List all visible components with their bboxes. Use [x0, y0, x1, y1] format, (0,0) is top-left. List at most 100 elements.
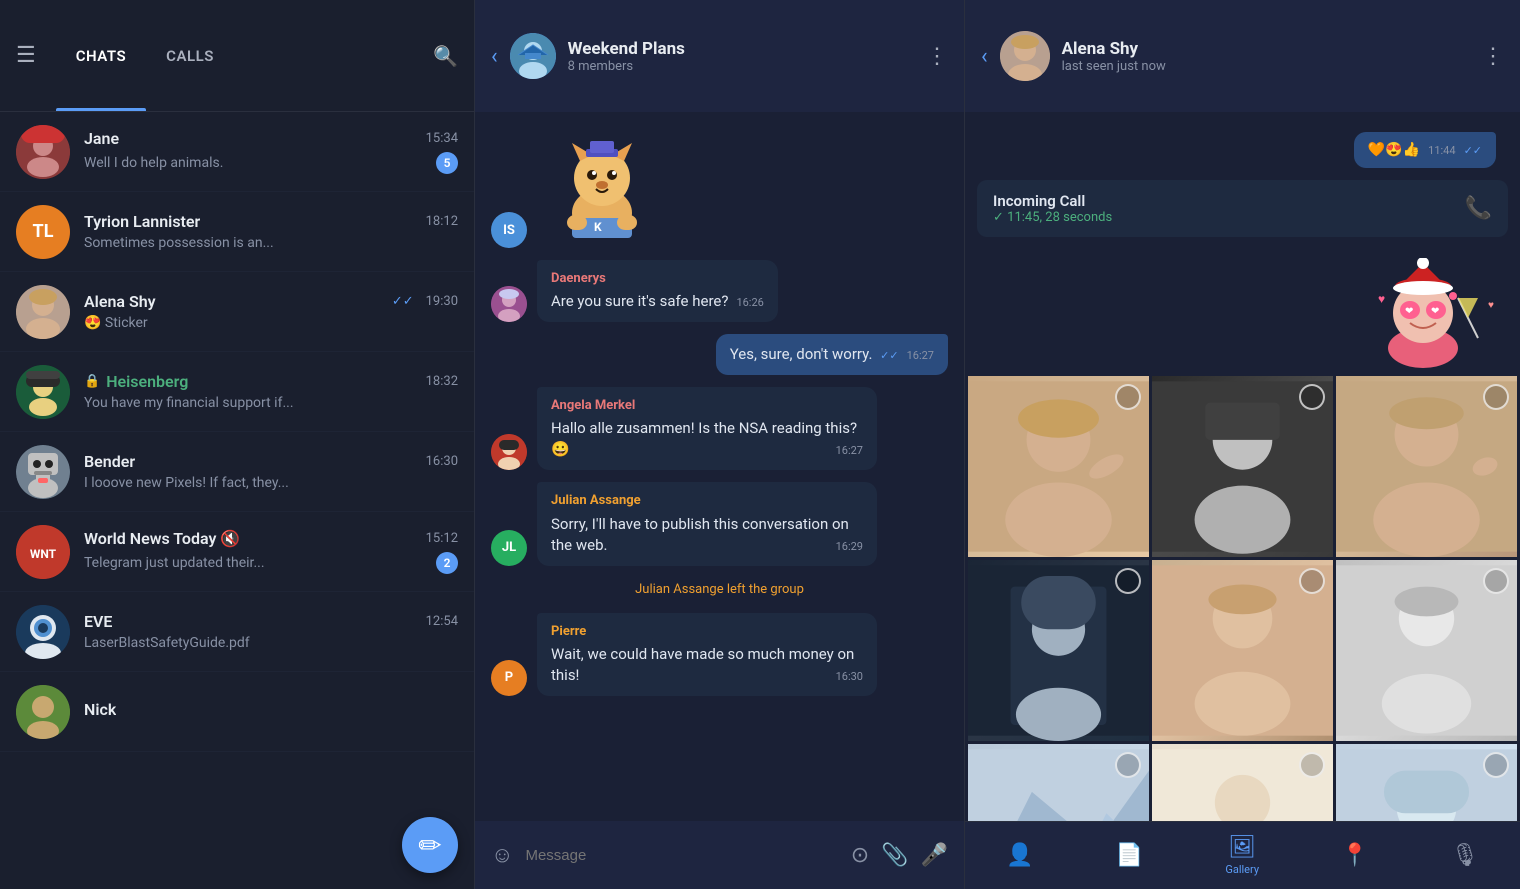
photo-cell-2[interactable]: [1152, 376, 1333, 557]
location-icon: 📍: [1341, 843, 1368, 868]
photo-select-1[interactable]: [1115, 384, 1141, 410]
chat-info-alena: Alena Shy ✓✓ 19:30 😍 Sticker: [84, 292, 458, 331]
emoji-button[interactable]: ☺: [491, 842, 513, 868]
chat-preview-worldnews: Telegram just updated their...: [84, 555, 265, 571]
right-header-avatar: [1000, 31, 1050, 81]
photo-cell-1[interactable]: [968, 376, 1149, 557]
call-title: Incoming Call: [993, 192, 1455, 210]
chat-header-avatar: [510, 33, 556, 79]
svg-text:❤: ❤: [1431, 306, 1439, 317]
right-contact-status: last seen just now: [1062, 59, 1482, 74]
message-outgoing: Yes, sure, don't worry. 16:27 ✓✓: [491, 334, 948, 375]
photo-select-4[interactable]: [1115, 568, 1141, 594]
chat-preview-jane: Well I do help animals.: [84, 155, 223, 171]
tab-calls[interactable]: CALLS: [146, 0, 234, 111]
photo-select-5[interactable]: [1299, 568, 1325, 594]
photo-cell-5[interactable]: [1152, 560, 1333, 741]
photo-select-3[interactable]: [1483, 384, 1509, 410]
attach-button[interactable]: 📎: [881, 843, 908, 868]
bubble-pierre: Pierre Wait, we could have made so much …: [537, 613, 877, 696]
back-button-right[interactable]: ‹: [981, 44, 988, 69]
mic-button[interactable]: 🎤: [921, 843, 948, 868]
call-notification: Incoming Call ✓ 11:45, 28 seconds 📞: [977, 180, 1508, 237]
chat-header: ‹ Weekend Plans 8 members ⋮: [475, 0, 964, 112]
nav-voice[interactable]: 🎙: [1451, 843, 1479, 868]
photo-cell-8[interactable]: [1152, 744, 1333, 821]
chat-item-nick[interactable]: Nick: [0, 672, 474, 752]
message-sticker: IS: [491, 128, 948, 248]
photo-cell-7[interactable]: [968, 744, 1149, 821]
photo-cell-9[interactable]: [1336, 744, 1517, 821]
chat-item-bender[interactable]: Bender 16:30 I looove new Pixels! If fac…: [0, 432, 474, 512]
chat-name-nick: Nick: [84, 700, 116, 719]
right-panel: ‹ Alena Shy last seen just now ⋮ 🧡😍👍 11:…: [965, 0, 1520, 889]
photo-cell-6[interactable]: [1336, 560, 1517, 741]
photo-select-6[interactable]: [1483, 568, 1509, 594]
msg-avatar-julian: JL: [491, 530, 527, 566]
msg-avatar-is: IS: [491, 212, 527, 248]
photo-select-2[interactable]: [1299, 384, 1325, 410]
photo-cell-3[interactable]: [1336, 376, 1517, 557]
avatar-bender: [16, 445, 70, 499]
chat-item-tyrion[interactable]: TL Tyrion Lannister 18:12 Sometimes poss…: [0, 192, 474, 272]
photo-select-9[interactable]: [1483, 752, 1509, 778]
right-message-bubble: 🧡😍👍 11:44 ✓✓: [1354, 132, 1496, 168]
photo-select-7[interactable]: [1115, 752, 1141, 778]
tab-chats[interactable]: CHATS: [56, 0, 146, 111]
chat-name-jane: Jane: [84, 129, 119, 148]
outgoing-ticks: ✓✓: [880, 349, 898, 362]
avatar-nick: [16, 685, 70, 739]
bubble-julian: Julian Assange Sorry, I'll have to publi…: [537, 482, 877, 565]
chat-name-worldnews: World News Today 🔇: [84, 529, 240, 548]
chat-time-alena: 19:30: [426, 294, 458, 309]
chat-info-tyrion: Tyrion Lannister 18:12 Sometimes possess…: [84, 212, 458, 251]
gallery-label: Gallery: [1225, 863, 1259, 876]
right-sticker: ❤ ❤ ♥ ♥: [1338, 253, 1508, 373]
right-header-info: Alena Shy last seen just now: [1062, 39, 1482, 74]
messages-area: IS: [475, 112, 964, 821]
nav-files[interactable]: 📄: [1116, 843, 1143, 868]
more-menu-button-middle[interactable]: ⋮: [926, 44, 948, 69]
more-menu-button-right[interactable]: ⋮: [1482, 44, 1504, 69]
left-bottom: ✏: [0, 833, 474, 889]
svg-text:♥: ♥: [1488, 300, 1494, 311]
chat-name-bender: Bender: [84, 452, 135, 471]
chat-item-eve[interactable]: EVE 12:54 LaserBlastSafetyGuide.pdf: [0, 592, 474, 672]
nav-profile[interactable]: 👤: [1006, 843, 1033, 868]
bubble-outgoing: Yes, sure, don't worry. 16:27 ✓✓: [716, 334, 948, 375]
chat-item-worldnews[interactable]: WNT World News Today 🔇 15:12 Telegram ju…: [0, 512, 474, 592]
avatar-heisenberg: [16, 365, 70, 419]
badge-worldnews: 2: [436, 552, 458, 574]
compose-fab[interactable]: ✏: [402, 817, 458, 873]
search-icon[interactable]: 🔍: [433, 44, 458, 68]
nav-location[interactable]: 📍: [1341, 843, 1368, 868]
photo-cell-4[interactable]: [968, 560, 1149, 741]
chat-item-heisenberg[interactable]: 🔒 Heisenberg 18:32 You have my financial…: [0, 352, 474, 432]
chat-time-eve: 12:54: [426, 614, 458, 629]
msg-avatar-angela: [491, 434, 527, 470]
chat-info-heisenberg: 🔒 Heisenberg 18:32 You have my financial…: [84, 372, 458, 411]
read-ticks-alena: ✓✓: [392, 294, 414, 309]
chat-item-jane[interactable]: Jane 15:34 Well I do help animals. 5: [0, 112, 474, 192]
lock-icon: 🔒: [84, 374, 100, 389]
nav-gallery[interactable]: 🖼 Gallery: [1225, 835, 1259, 876]
chat-time-jane: 15:34: [426, 131, 458, 146]
chat-preview-bender: I looove new Pixels! If fact, they...: [84, 475, 289, 491]
message-daenerys: Daenerys Are you sure it's safe here? 16…: [491, 260, 948, 322]
message-julian: JL Julian Assange Sorry, I'll have to pu…: [491, 482, 948, 565]
hamburger-icon[interactable]: ☰: [16, 43, 36, 68]
camera-button[interactable]: ⊙: [851, 843, 869, 868]
back-button-middle[interactable]: ‹: [491, 44, 498, 69]
files-icon: 📄: [1116, 843, 1143, 868]
badge-jane: 5: [436, 152, 458, 174]
photo-select-8[interactable]: [1299, 752, 1325, 778]
chat-item-alena[interactable]: Alena Shy ✓✓ 19:30 😍 Sticker: [0, 272, 474, 352]
left-header: ☰ CHATS CALLS 🔍: [0, 0, 474, 112]
message-input[interactable]: [525, 847, 838, 864]
svg-text:♥: ♥: [1378, 292, 1385, 306]
chat-name-eve: EVE: [84, 612, 112, 631]
gallery-icon: 🖼: [1228, 835, 1256, 860]
left-panel: ☰ CHATS CALLS 🔍 Jane: [0, 0, 475, 889]
sticker-doge: K: [537, 128, 667, 248]
chat-header-name: Weekend Plans: [568, 39, 926, 59]
